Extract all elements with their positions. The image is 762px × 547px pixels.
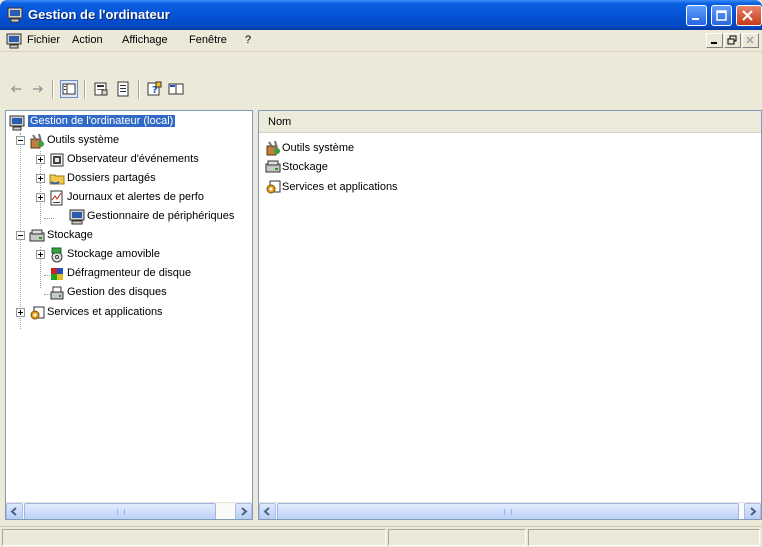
details-pane[interactable]: Nom Outils système Stockage Services et … — [258, 110, 762, 520]
mdi-controls — [706, 33, 762, 49]
child-restore-button[interactable] — [724, 33, 741, 48]
details-horizontal-scrollbar[interactable] — [259, 502, 761, 519]
shared-folder-icon — [49, 171, 65, 187]
tree-item-label: Gestionnaire de périphériques — [87, 210, 235, 222]
child-close-button[interactable] — [742, 33, 759, 48]
tree-item-label: Services et applications — [47, 306, 163, 318]
system-tools-icon — [29, 133, 45, 149]
device-manager-icon — [69, 209, 85, 225]
computer-management-icon — [7, 7, 23, 23]
expand-icon[interactable] — [36, 174, 45, 183]
help-icon[interactable]: ? — [146, 81, 162, 97]
computer-management-icon — [9, 115, 25, 131]
tree-item-label: Outils système — [47, 134, 120, 146]
export-list-icon[interactable] — [115, 81, 131, 97]
performance-logs-icon — [49, 190, 65, 206]
services-applications-icon — [29, 305, 45, 321]
scroll-thumb[interactable] — [277, 503, 739, 519]
tree-item-label: Observateur d'événements — [67, 153, 199, 165]
expand-icon[interactable] — [36, 193, 45, 202]
column-header-nom[interactable]: Nom — [268, 116, 291, 128]
tree-connector — [44, 218, 54, 219]
system-tools-icon — [265, 140, 281, 156]
list-item-label: Stockage — [282, 161, 328, 173]
tree-root-label: Gestion de l'ordinateur (local) — [28, 115, 176, 127]
menu-affichage[interactable]: Affichage — [122, 34, 168, 46]
toolbar-separator — [52, 80, 54, 99]
status-panel — [2, 529, 386, 546]
child-minimize-button[interactable] — [706, 33, 723, 48]
menu-fichier[interactable]: Fichier — [27, 34, 60, 46]
collapse-icon[interactable] — [16, 136, 25, 145]
scroll-left-icon[interactable] — [6, 503, 23, 519]
scroll-grip — [117, 509, 125, 515]
storage-icon — [265, 159, 281, 175]
event-viewer-icon — [49, 152, 65, 168]
console-tree-pane[interactable]: Gestion de l'ordinateur (local) Outils s… — [5, 110, 253, 520]
show-hide-tree-icon[interactable] — [60, 80, 78, 98]
disk-management-icon — [49, 285, 65, 301]
expand-icon[interactable] — [36, 250, 45, 259]
properties-icon[interactable] — [93, 81, 109, 97]
services-applications-icon — [265, 179, 281, 195]
expand-icon[interactable] — [36, 155, 45, 164]
status-panel — [388, 529, 526, 546]
maximize-button[interactable] — [711, 5, 732, 26]
scroll-left-icon[interactable] — [259, 503, 276, 519]
menu-help[interactable]: ? — [245, 34, 251, 46]
storage-icon — [29, 228, 45, 244]
tree-item-label: Journaux et alertes de perfo — [67, 191, 204, 203]
tree-horizontal-scrollbar[interactable] — [6, 502, 252, 519]
window-title: Gestion de l'ordinateur — [28, 7, 170, 22]
tree-item-label: Stockage — [47, 229, 93, 241]
computer-management-window: Gestion de l'ordinateur Fichier Action A… — [0, 0, 762, 547]
menu-action[interactable]: Action — [72, 34, 103, 46]
minimize-button[interactable] — [686, 5, 707, 26]
tree-item-label: Gestion des disques — [67, 286, 167, 298]
collapse-icon[interactable] — [16, 231, 25, 240]
disk-defragmenter-icon — [49, 266, 65, 282]
tree-item-label: Dossiers partagés — [67, 172, 156, 184]
close-button[interactable] — [736, 5, 762, 26]
scroll-right-icon[interactable] — [744, 503, 761, 519]
toolbar-separator — [138, 80, 140, 99]
console-view-icon[interactable] — [168, 81, 184, 97]
expand-icon[interactable] — [16, 308, 25, 317]
tree-item-label: Défragmenteur de disque — [67, 267, 192, 279]
toolbar-separator — [84, 80, 86, 99]
status-panel — [528, 529, 760, 546]
list-header: Nom — [259, 111, 761, 133]
menu-bar: Fichier Action Affichage Fenêtre ? — [0, 30, 762, 52]
list-item-label: Outils système — [282, 142, 355, 154]
removable-storage-icon — [49, 247, 65, 263]
title-bar[interactable]: Gestion de l'ordinateur — [0, 0, 762, 30]
status-bar — [0, 526, 762, 547]
tree-item-label: Stockage amovible — [67, 248, 160, 260]
forward-arrow-icon[interactable] — [30, 81, 46, 97]
menu-fenetre[interactable]: Fenêtre — [189, 34, 227, 46]
back-arrow-icon[interactable] — [8, 81, 24, 97]
scroll-thumb[interactable] — [24, 503, 216, 519]
console-menu-icon[interactable] — [6, 33, 22, 49]
scroll-grip — [504, 509, 512, 515]
scroll-right-icon[interactable] — [235, 503, 252, 519]
toolbar: ? — [0, 75, 762, 105]
list-item-label: Services et applications — [282, 181, 398, 193]
